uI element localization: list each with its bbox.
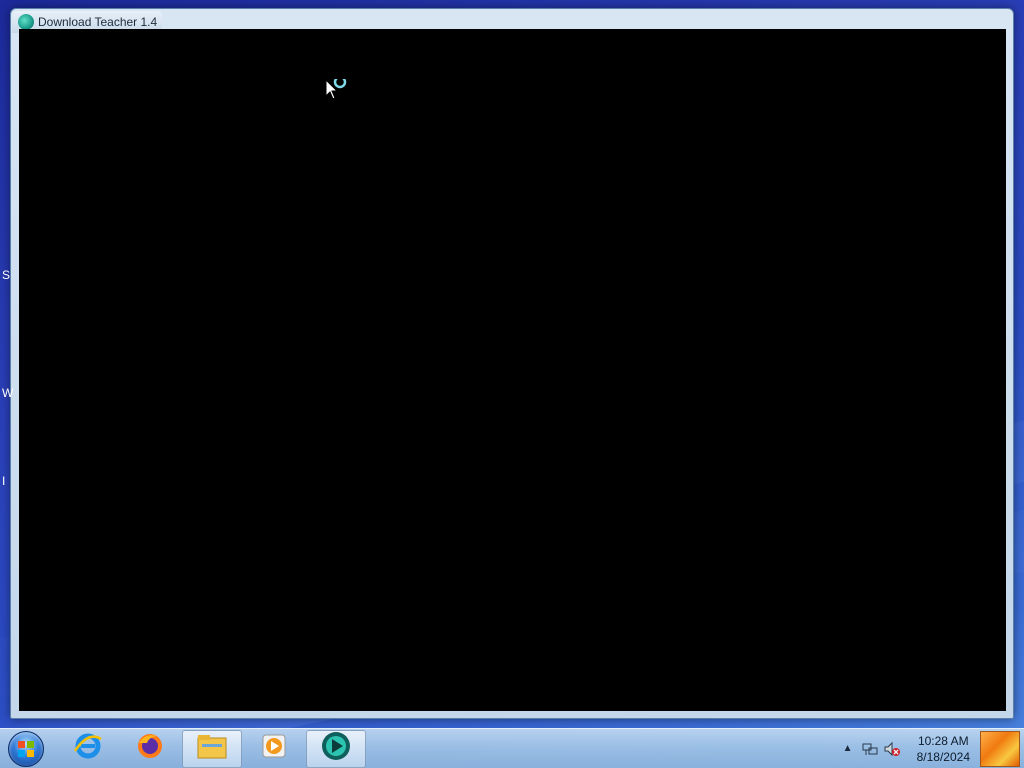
app-content-area[interactable] (19, 29, 1006, 711)
show-hidden-icons-button[interactable]: ▲ (837, 738, 859, 760)
window-title: Download Teacher 1.4 (38, 15, 158, 29)
start-button[interactable] (6, 729, 46, 768)
clock-date: 8/18/2024 (916, 749, 970, 764)
taskbar-file-explorer[interactable] (182, 729, 242, 768)
windows-logo-icon (8, 730, 44, 767)
busy-cursor-icon (325, 75, 351, 108)
taskbar-internet-explorer[interactable] (58, 730, 118, 768)
taskbar-download-teacher[interactable] (306, 729, 366, 768)
taskbar-firefox[interactable] (120, 730, 180, 768)
show-desktop-button[interactable] (980, 730, 1020, 767)
internet-explorer-icon (73, 731, 103, 766)
desktop-icon-label-fragment: W (2, 386, 14, 400)
file-explorer-icon (196, 732, 228, 765)
desktop-icon-label-fragment: I (2, 474, 6, 488)
app-icon (18, 14, 34, 30)
clock-time: 10:28 AM (917, 733, 969, 748)
volume-muted-icon[interactable] (881, 738, 903, 760)
clock[interactable]: 10:28 AM 8/18/2024 (917, 733, 970, 765)
network-icon[interactable] (859, 738, 881, 760)
system-tray: ▲ 10:28 AM 8/18/2024 (837, 729, 1024, 768)
desktop-icon-label-fragment: S (2, 268, 11, 282)
firefox-icon (135, 731, 165, 766)
taskbar: ▲ 10:28 AM 8/18/2024 (0, 728, 1024, 768)
media-player-icon (260, 732, 288, 765)
download-teacher-icon (320, 730, 352, 767)
taskbar-media-player[interactable] (244, 730, 304, 768)
